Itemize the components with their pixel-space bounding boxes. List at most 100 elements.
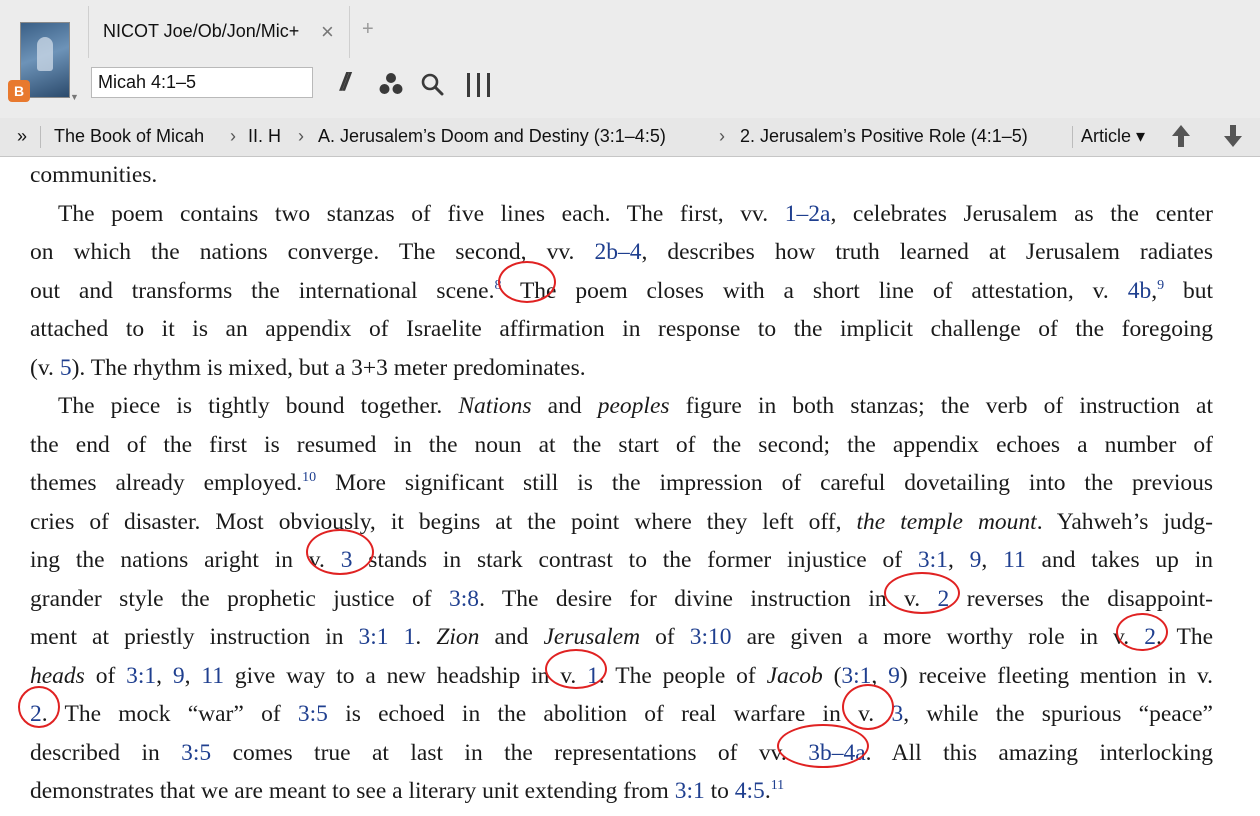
body-text: , bbox=[156, 662, 173, 689]
add-tab-button[interactable]: + bbox=[362, 18, 374, 41]
body-text: . The desire for divine instruction in v… bbox=[479, 585, 938, 612]
body-text: ) receive fleeting mention in v. bbox=[899, 662, 1214, 689]
emphasis-text: Jacob bbox=[766, 662, 823, 689]
text-line: (v. 5). The rhythm is mixed, but a 3+3 m… bbox=[30, 349, 1213, 387]
scripture-link[interactable]: 11 bbox=[201, 663, 224, 689]
body-text: . Yahweh’s judg- bbox=[1036, 508, 1213, 535]
body-text: demonstrates that we are meant to see a … bbox=[30, 778, 675, 804]
body-text: , bbox=[871, 662, 889, 689]
body-text: and takes up in bbox=[1025, 547, 1214, 573]
chevron-down-icon[interactable]: ▼ bbox=[70, 92, 79, 102]
body-text: , bbox=[947, 547, 970, 573]
body-text: , celebrates Jerusalem as the center bbox=[830, 200, 1214, 227]
text-line: themes already employed.10 More signific… bbox=[30, 464, 1213, 502]
breadcrumb-separator: › bbox=[719, 126, 725, 146]
breadcrumb-separator: › bbox=[298, 126, 304, 146]
scripture-link[interactable]: 3:1 bbox=[841, 663, 871, 689]
scripture-link[interactable]: 1 bbox=[404, 624, 416, 650]
text-line: demonstrates that we are meant to see a … bbox=[30, 772, 1213, 810]
body-text: of bbox=[640, 624, 690, 650]
scripture-link[interactable]: 3:5 bbox=[298, 701, 328, 727]
body-text: (v. bbox=[30, 354, 60, 381]
scripture-link[interactable]: 2 bbox=[938, 586, 950, 612]
emphasis-text: heads bbox=[30, 662, 85, 689]
next-arrow-icon[interactable] bbox=[1222, 123, 1244, 154]
tab-nicot[interactable]: NICOT Joe/Ob/Jon/Mic+ × bbox=[88, 6, 350, 58]
body-text: More significant still is the impression… bbox=[316, 470, 1213, 496]
close-icon[interactable]: × bbox=[321, 19, 334, 45]
text-line: on which the nations converge. The secon… bbox=[30, 233, 1213, 271]
reference-input[interactable] bbox=[91, 67, 313, 98]
text-line: communities. bbox=[30, 156, 1213, 194]
body-text: out and transforms the international sce… bbox=[30, 277, 495, 304]
breadcrumb: » The Book of Micah › II. H › A. Jerusal… bbox=[0, 118, 1260, 157]
body-text: described in bbox=[30, 739, 182, 766]
footnote-link[interactable]: 9 bbox=[1157, 278, 1164, 293]
visual-filter-icon[interactable] bbox=[378, 72, 404, 102]
parallel-icon[interactable]: // bbox=[340, 68, 350, 98]
body-text: to bbox=[704, 778, 735, 804]
scripture-link[interactable]: 4:5 bbox=[735, 778, 765, 804]
scripture-link[interactable]: 3 bbox=[341, 547, 353, 573]
body-text: . All this amazing interlocking bbox=[865, 739, 1214, 766]
scripture-link[interactable]: 1 bbox=[587, 663, 599, 689]
scripture-link[interactable]: 3b–4a bbox=[808, 740, 865, 766]
scripture-link[interactable]: 3:1 bbox=[918, 547, 948, 573]
scripture-link[interactable]: 3:1 bbox=[675, 778, 705, 804]
columns-icon[interactable] bbox=[465, 72, 493, 102]
breadcrumb-item-section[interactable]: II. H bbox=[248, 126, 288, 147]
scripture-link[interactable]: 5 bbox=[60, 355, 72, 381]
scripture-link[interactable]: 11 bbox=[1003, 547, 1026, 573]
scripture-link[interactable]: 2b–4 bbox=[594, 239, 641, 265]
scripture-link[interactable]: 3:5 bbox=[181, 740, 211, 766]
breadcrumb-separator: › bbox=[230, 126, 236, 146]
text-line: The poem contains two stanzas of five li… bbox=[30, 195, 1213, 233]
scripture-link[interactable]: 3:8 bbox=[449, 586, 479, 612]
body-text: stands in stark contrast to the former i… bbox=[352, 547, 918, 573]
scripture-link[interactable]: 2 bbox=[1144, 624, 1156, 650]
text-line: The piece is tightly bound together. Nat… bbox=[30, 387, 1213, 425]
scripture-link[interactable]: 3 bbox=[891, 701, 903, 727]
scripture-link[interactable]: 9 bbox=[173, 663, 185, 689]
tab-title: NICOT Joe/Ob/Jon/Mic+ bbox=[103, 21, 300, 41]
prev-arrow-icon[interactable] bbox=[1170, 123, 1192, 154]
body-text: , bbox=[184, 662, 202, 689]
body-text: grander style the prophetic justice of bbox=[30, 585, 450, 612]
body-text: communities. bbox=[30, 162, 158, 188]
breadcrumb-expand-icon[interactable]: » bbox=[17, 126, 27, 147]
breadcrumb-item-subsection[interactable]: A. Jerusalem’s Doom and Destiny (3:1–4:5… bbox=[318, 126, 666, 147]
body-text: ment at priestly instruction in bbox=[30, 624, 359, 650]
scripture-link[interactable]: 2 bbox=[30, 701, 42, 727]
breadcrumb-item-current[interactable]: 2. Jerusalem’s Positive Role (4:1–5) bbox=[740, 126, 1028, 147]
text-line: out and transforms the international sce… bbox=[30, 272, 1213, 310]
body-text: . The bbox=[1155, 624, 1213, 650]
text-line: cries of disaster. Most obviously, it be… bbox=[30, 503, 1213, 541]
text-line: attached to it is an appendix of Israeli… bbox=[30, 310, 1213, 348]
resource-badge: B bbox=[8, 80, 30, 102]
body-text: . The mock “war” of bbox=[41, 701, 298, 727]
text-line: 2. The mock “war” of 3:5 is echoed in th… bbox=[30, 695, 1213, 733]
body-text: give way to a new headship in v. bbox=[224, 662, 588, 689]
scripture-link[interactable]: 9 bbox=[970, 547, 982, 573]
article-type-dropdown[interactable]: Article ▾ bbox=[1081, 126, 1145, 147]
emphasis-text: Nations bbox=[458, 393, 532, 419]
scripture-link[interactable]: 1–2a bbox=[785, 201, 831, 227]
body-text: , bbox=[981, 547, 1004, 573]
scripture-link[interactable]: 9 bbox=[888, 663, 900, 689]
body-text: on which the nations converge. The secon… bbox=[30, 239, 595, 265]
search-icon[interactable] bbox=[420, 72, 444, 102]
body-text: figure in both stanzas; the verb of inst… bbox=[669, 393, 1213, 419]
scripture-link[interactable]: 3:10 bbox=[690, 624, 732, 650]
body-text: cries of disaster. Most obviously, it be… bbox=[30, 508, 857, 535]
scripture-link[interactable]: 3:1 bbox=[126, 663, 156, 689]
breadcrumb-item-book[interactable]: The Book of Micah bbox=[54, 126, 204, 147]
body-text: ing the nations aright in v. bbox=[30, 547, 341, 573]
body-text: themes already employed. bbox=[30, 470, 303, 496]
scripture-link[interactable]: 3:1 bbox=[359, 624, 389, 650]
footnote-link[interactable]: 11 bbox=[771, 778, 784, 793]
body-text: The piece is tightly bound together. bbox=[58, 393, 459, 419]
body-text: and bbox=[479, 624, 544, 650]
emphasis-text: Jerusalem bbox=[543, 624, 641, 650]
scripture-link[interactable]: 4b bbox=[1128, 278, 1152, 304]
footnote-link[interactable]: 10 bbox=[302, 470, 316, 485]
